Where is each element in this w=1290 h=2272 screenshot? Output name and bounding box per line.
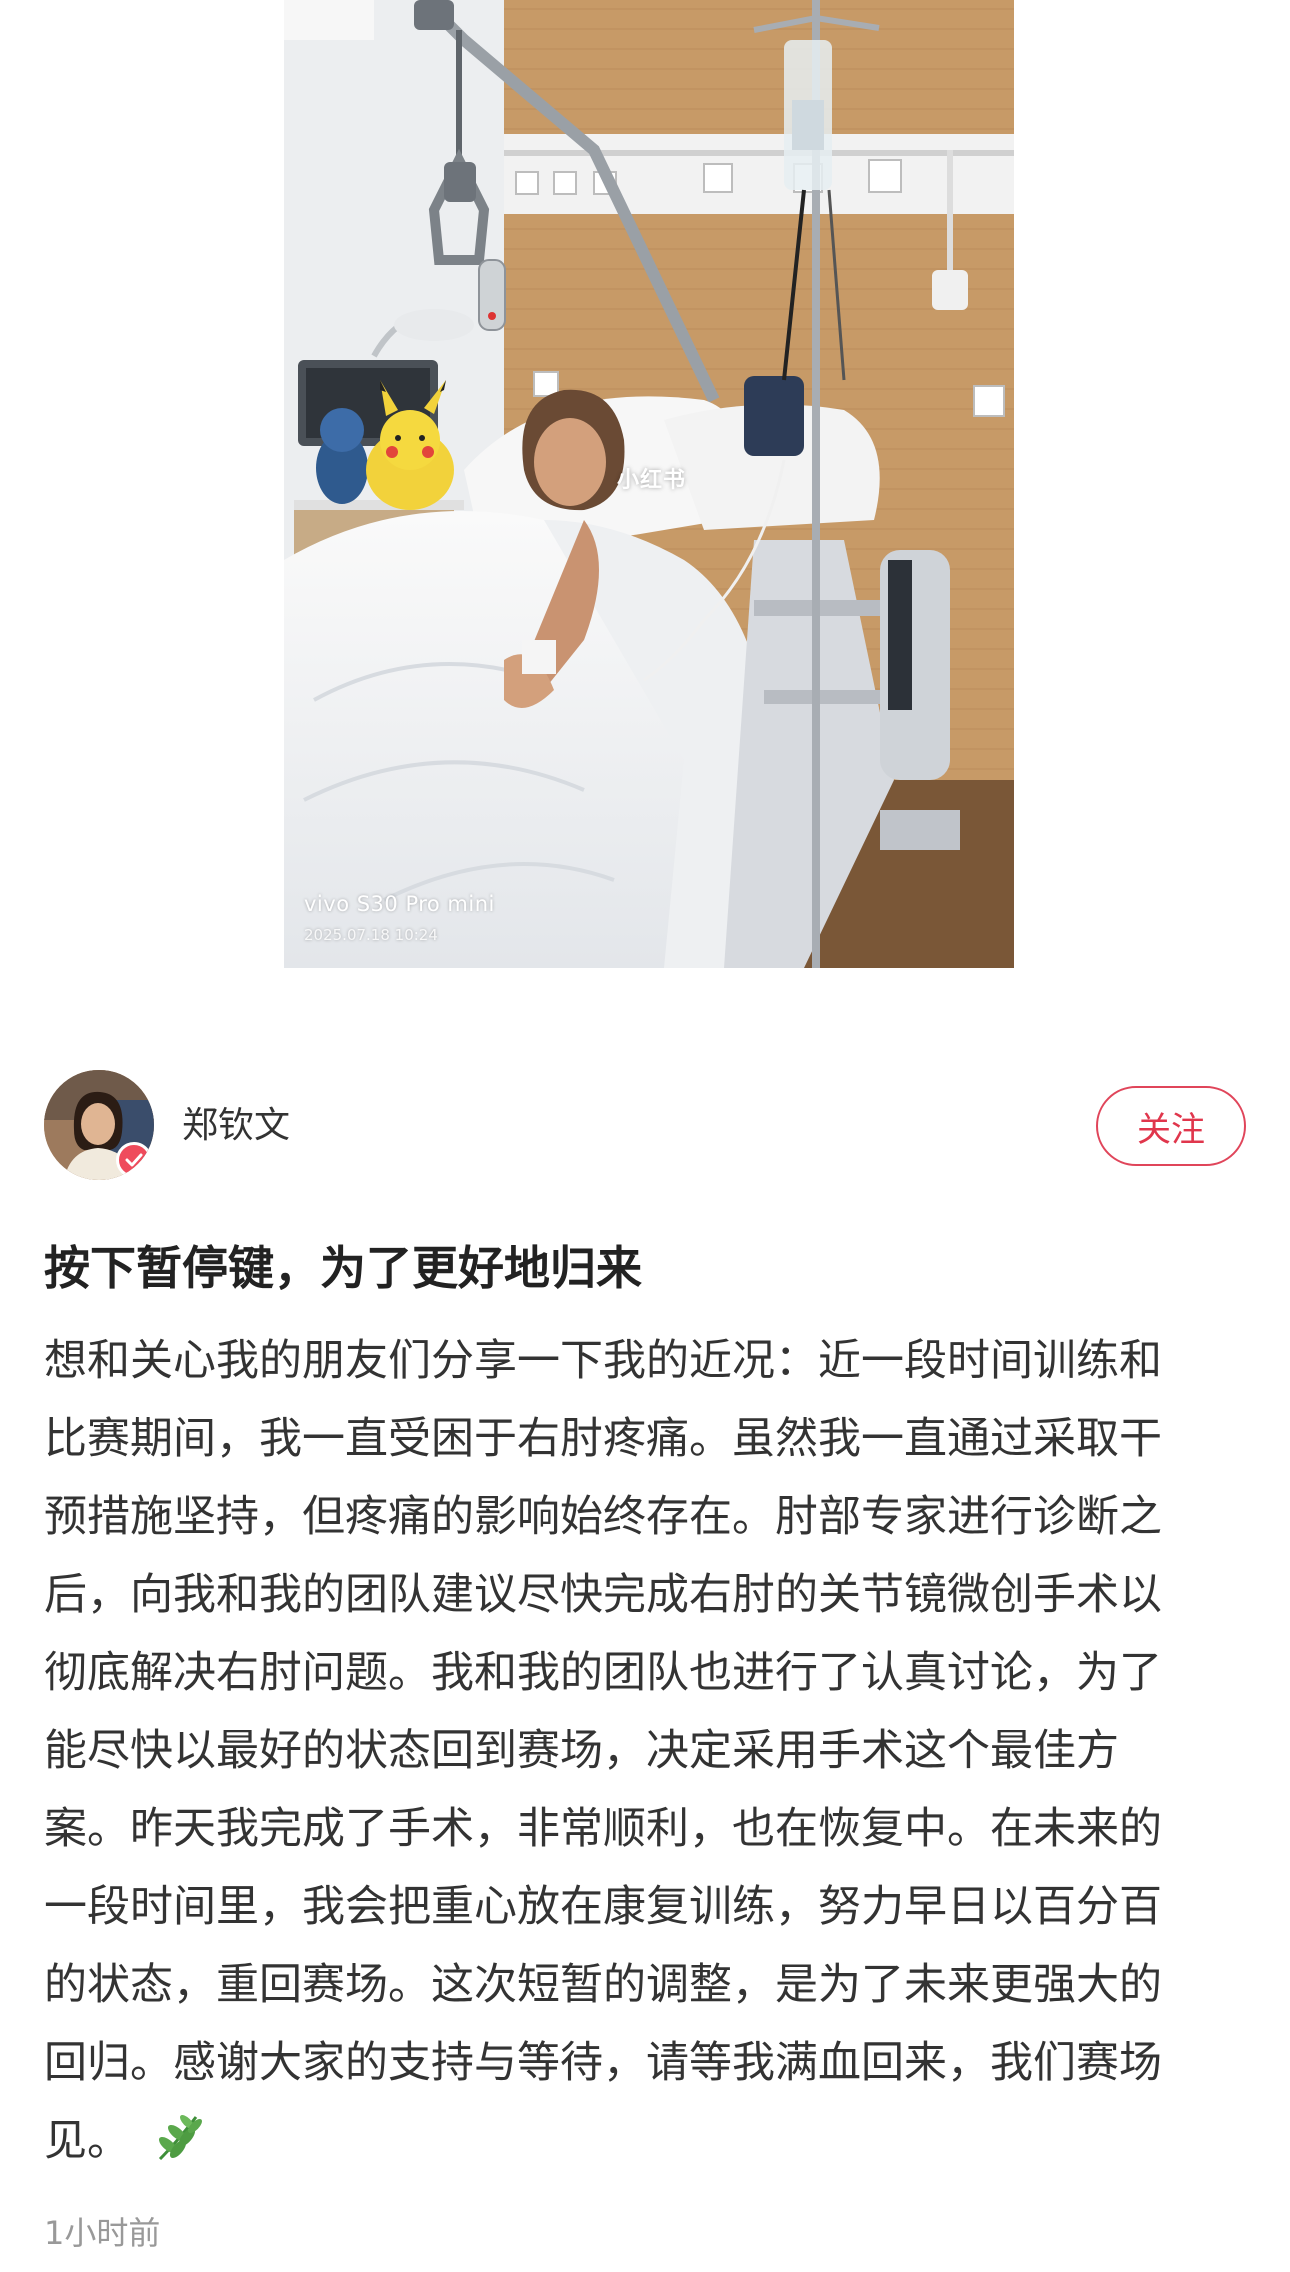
herb-icon xyxy=(158,2115,202,2161)
xiaohongshu-watermark: 小红书 xyxy=(617,468,687,493)
post-body-line: 案。昨天我完成了手术，非常顺利，也在恢复中。在未来的 xyxy=(44,1804,1162,1854)
camera-timestamp-watermark: 2025.07.18 10:24 xyxy=(304,926,438,944)
post-body-line: 的状态，重回赛场。这次短暂的调整，是为了未来更强大的 xyxy=(44,1960,1162,2010)
post-title: 按下暂停键，为了更好地归来 xyxy=(44,1241,642,1295)
post-body-line: 比赛期间，我一直受困于右肘疼痛。虽然我一直通过采取干 xyxy=(44,1414,1162,1464)
post-body-line: 后，向我和我的团队建议尽快完成右肘的关节镜微创手术以 xyxy=(44,1570,1162,1620)
post-body-line: 能尽快以最好的状态回到赛场，决定采用手术这个最佳方 xyxy=(44,1726,1119,1776)
post-body-line: 见。 xyxy=(44,2116,130,2166)
avatar[interactable] xyxy=(44,1070,154,1180)
author-name[interactable]: 郑钦文 xyxy=(182,1104,290,1148)
author-row: 郑钦文 关注 xyxy=(44,1070,1246,1180)
post-timestamp: 1小时前 xyxy=(44,2214,161,2252)
post-body-line: 一段时间里，我会把重心放在康复训练，努力早日以百分百 xyxy=(44,1882,1162,1932)
post-body-line: 回归。感谢大家的支持与等待，请等我满血回来，我们赛场 xyxy=(44,2038,1162,2088)
checkmark-icon xyxy=(125,1153,143,1167)
post-photo[interactable]: 小红书 vivo S30 Pro mini 2025.07.18 10:24 xyxy=(284,0,1014,968)
camera-model-watermark: vivo S30 Pro mini xyxy=(304,892,495,916)
post-page: 小红书 vivo S30 Pro mini 2025.07.18 10:24 郑… xyxy=(0,0,1290,2272)
post-body: 想和关心我的朋友们分享一下我的近况：近一段时间训练和 比赛期间，我一直受困于右肘… xyxy=(44,1322,1246,2180)
post-body-line: 彻底解决右肘问题。我和我的团队也进行了认真讨论，为了 xyxy=(44,1648,1162,1698)
post-body-line: 预措施坚持，但疼痛的影响始终存在。肘部专家进行诊断之 xyxy=(44,1492,1162,1542)
post-body-line: 想和关心我的朋友们分享一下我的近况：近一段时间训练和 xyxy=(44,1336,1162,1386)
post-body-last-line: 见。 xyxy=(44,2102,1246,2180)
follow-button[interactable]: 关注 xyxy=(1096,1086,1246,1166)
verified-badge xyxy=(116,1142,152,1178)
